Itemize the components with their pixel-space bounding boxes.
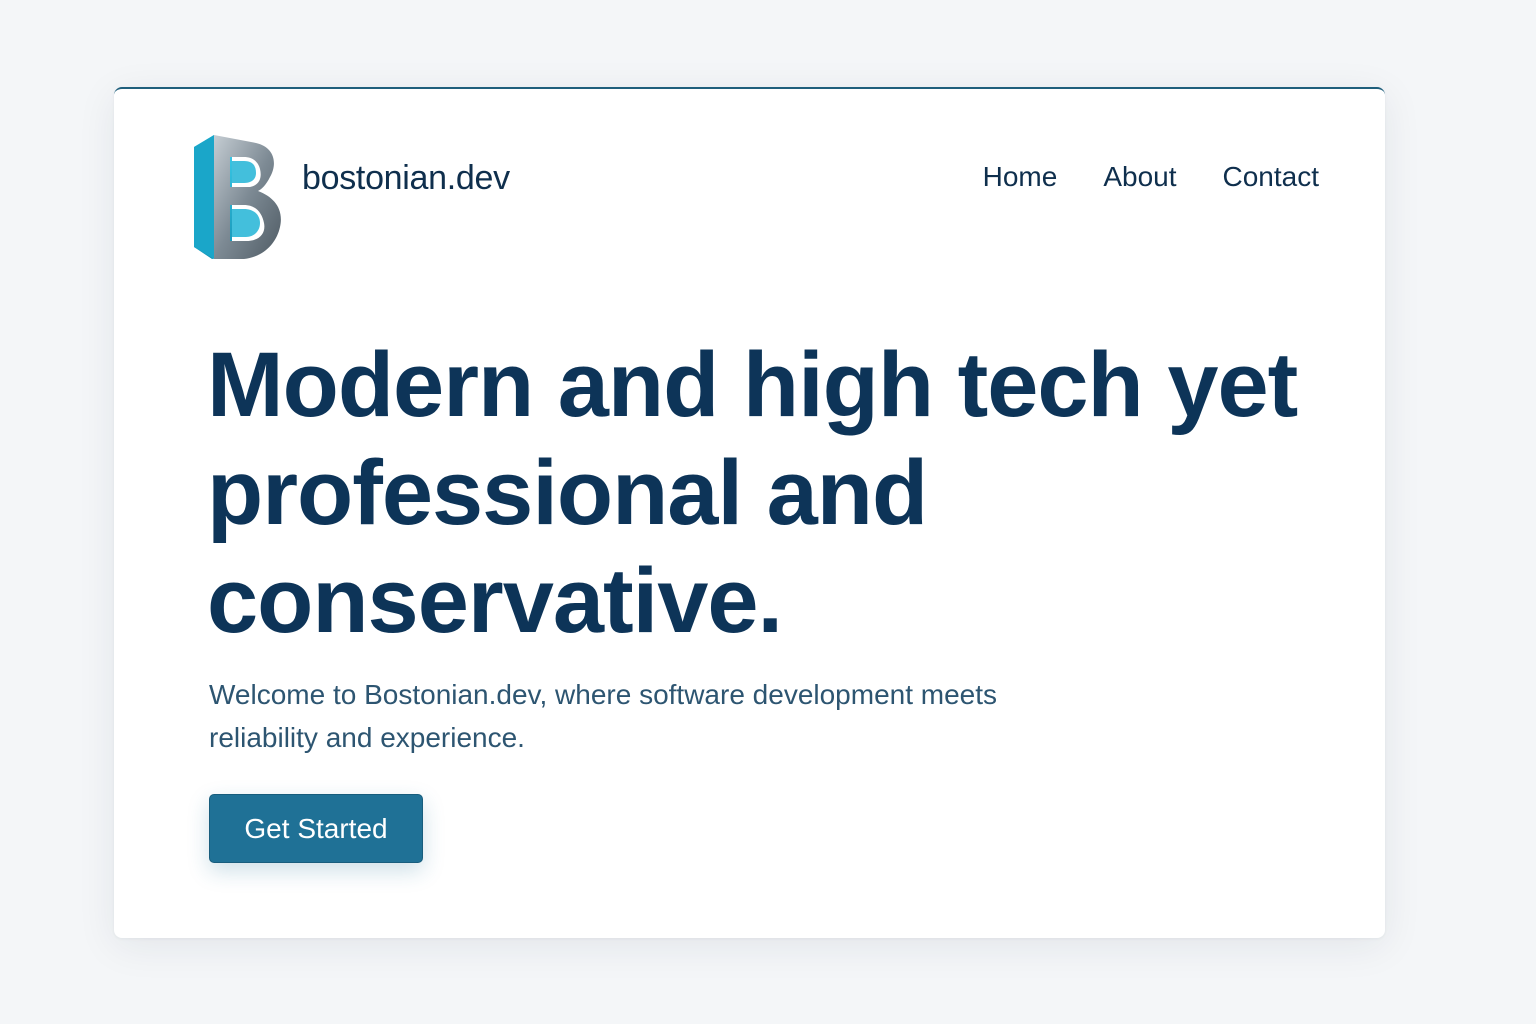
hero-card: bostonian.dev Home About Contact Modern … (114, 87, 1385, 938)
b-logo-icon[interactable] (192, 133, 288, 261)
hero-subtitle: Welcome to Bostonian.dev, where software… (209, 679, 998, 753)
get-started-button[interactable]: Get Started (209, 794, 423, 863)
nav-link-contact[interactable]: Contact (1223, 161, 1320, 193)
main-nav: Home About Contact (983, 161, 1319, 193)
nav-link-about[interactable]: About (1103, 161, 1176, 193)
hero-title: Modern and high tech yet professional an… (207, 334, 1298, 652)
brand-name[interactable]: bostonian.dev (302, 159, 510, 198)
nav-link-home[interactable]: Home (983, 161, 1058, 193)
